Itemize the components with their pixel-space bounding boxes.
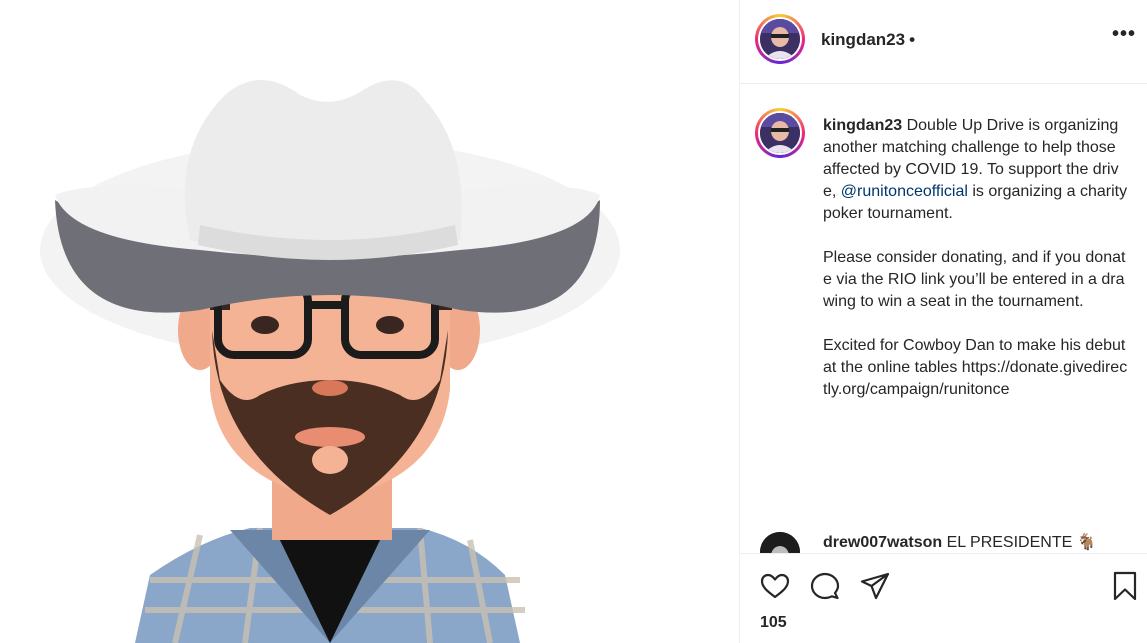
commenter-username[interactable]: drew007watson bbox=[823, 534, 942, 551]
commenter-photo bbox=[760, 532, 800, 553]
author-username[interactable]: kingdan23 • bbox=[821, 30, 915, 50]
caption-username[interactable]: kingdan23 bbox=[823, 117, 902, 134]
caption-avatar[interactable] bbox=[755, 108, 805, 158]
comment-body: EL PRESIDENTE 🐐 bbox=[942, 534, 1097, 551]
caption-body-end: is organizing a charity poker tournament… bbox=[823, 183, 1128, 398]
like-count[interactable]: 105 bbox=[760, 614, 787, 632]
paper-plane-icon[interactable] bbox=[859, 570, 891, 602]
bookmark-icon[interactable] bbox=[1109, 570, 1141, 602]
post-header: kingdan23 • ••• bbox=[740, 0, 1147, 84]
separator-dot: • bbox=[909, 30, 916, 49]
post-image[interactable] bbox=[0, 0, 739, 643]
cowboy-avatar-illustration bbox=[40, 80, 620, 643]
comment-item: drew007watson EL PRESIDENTE 🐐 bbox=[740, 528, 1147, 553]
comment-text: drew007watson EL PRESIDENTE 🐐 bbox=[823, 532, 1097, 553]
action-bar: 105 bbox=[740, 553, 1147, 643]
comments-area[interactable]: kingdan23 Double Up Drive is organizing … bbox=[740, 85, 1147, 553]
more-dots-icon[interactable]: ••• bbox=[1112, 24, 1136, 50]
caption-text: kingdan23 Double Up Drive is organizing … bbox=[823, 115, 1128, 401]
commenter-avatar[interactable] bbox=[760, 532, 800, 553]
heart-icon[interactable] bbox=[759, 570, 791, 602]
author-photo bbox=[760, 19, 800, 59]
author-username-text[interactable]: kingdan23 bbox=[821, 30, 905, 49]
author-avatar[interactable] bbox=[755, 14, 805, 64]
mention-link[interactable]: @runitonceofficial bbox=[841, 183, 968, 200]
comment-bubble-icon[interactable] bbox=[809, 570, 841, 602]
post-sidebar: kingdan23 • ••• kingdan23 Double Up Drive… bbox=[739, 0, 1147, 643]
caption-author-photo bbox=[760, 113, 800, 153]
